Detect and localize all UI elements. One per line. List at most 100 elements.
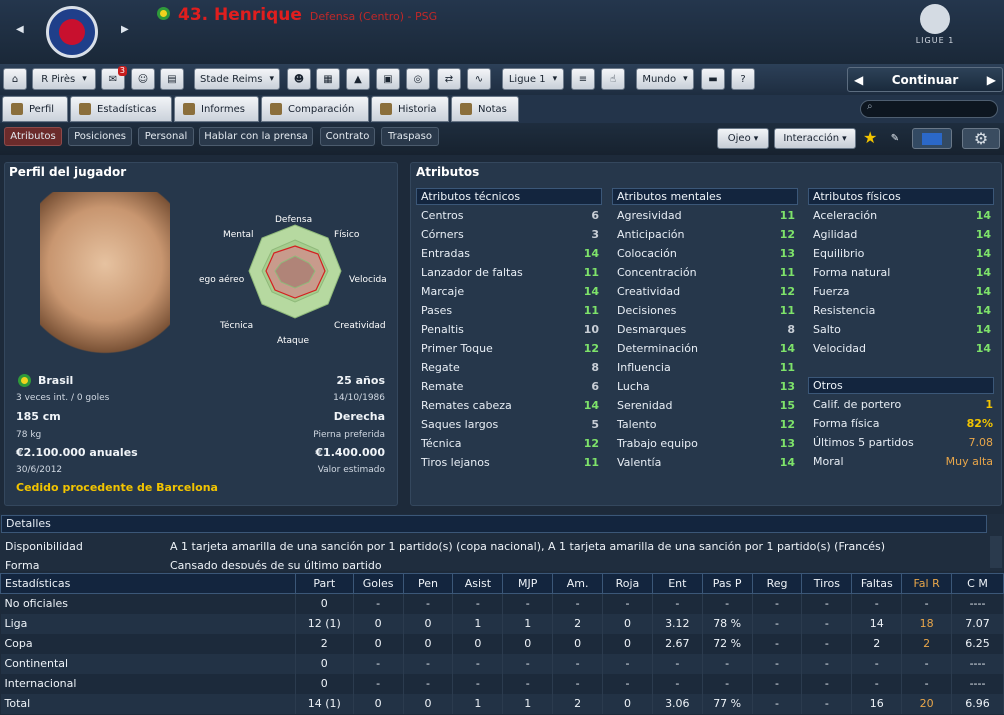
scouting-icon[interactable]: ◎ [406,68,430,90]
world-dropdown[interactable]: Mundo [636,68,694,90]
stats-row[interactable]: Liga 12 (1) 0 0 1 1 2 0 3.12 78 % - -14 18 7.07 [0,613,1004,634]
stats-cell: 0 [295,653,354,674]
attributes-title: Atributos [416,165,480,179]
home-icon[interactable]: ⌂ [3,68,27,90]
stats-column-header[interactable]: Roja [602,573,653,594]
help-button[interactable]: ? [731,68,755,90]
stats-cell: - [452,593,504,614]
team-dropdown[interactable]: Stade Reims [194,68,280,90]
attribute-name: Decisiones [617,304,677,317]
subtab-atributos[interactable]: Atributos [4,127,62,146]
stats-row[interactable]: Total 14 (1) 0 0 1 1 2 0 3.06 77 % - -16 20 6.96 [0,693,1004,714]
stats-column-header[interactable]: Pen [402,573,454,594]
subtab-contrato[interactable]: Contrato [320,127,375,146]
stats-column-header[interactable]: Pas P [701,573,753,594]
tab-informes[interactable]: Informes [174,96,259,122]
radar-label-mental: Mental [223,230,254,240]
nationality: Brasil [38,374,74,387]
stats-row[interactable]: Internacional 0- - - - - - - - - - - - ---- [0,673,1004,694]
stats-column-header[interactable]: Asist [452,573,504,594]
attribute-row: Centros 6 [421,206,599,225]
stats-cell: - [752,593,803,614]
stats-cell: Copa [0,633,296,654]
hand-icon[interactable]: ☝ [601,68,625,90]
stats-column-header[interactable]: Faltas [851,573,903,594]
stats-column-header[interactable]: C M [951,573,1004,594]
stats-row[interactable]: Copa 2 0 0 0 0 0 0 2.67 72 % - -2 2 6.25 [0,633,1004,654]
continue-button[interactable]: ◀ Continuar ▶ [847,67,1003,92]
stats-column-header[interactable]: Goles [352,573,404,594]
attribute-row: Determinación 14 [617,339,795,358]
subtab-traspaso[interactable]: Traspaso [381,127,439,146]
tab-notas[interactable]: Notas [451,96,519,122]
transfers-icon[interactable]: ⇄ [437,68,461,90]
profile-title: Perfil del jugador [9,165,127,179]
stats-column-header[interactable]: Ent [651,573,703,594]
stats-cell: - [702,593,753,614]
stats-cell: - [552,653,604,674]
people-icon[interactable]: ☺ [131,68,155,90]
attribute-value: 12 [583,342,599,355]
stats-cell: Internacional [0,673,296,694]
competition-dropdown[interactable]: Ligue 1 [502,68,564,90]
tab-comparacion[interactable]: Comparación [261,96,369,122]
attribute-value: 14 [975,247,991,260]
attribute-name: Pases [421,304,453,317]
clipboard-icon[interactable]: ▤ [160,68,184,90]
interaction-dropdown[interactable]: Interacción [774,128,856,149]
attribute-name: Trabajo equipo [617,437,698,450]
stats-cell: - [602,593,653,614]
stats-row[interactable]: No oficiales 0- - - - - - - - - - - - ---- [0,593,1004,614]
squad-icon[interactable]: ☻ [287,68,311,90]
tab-historia[interactable]: Historia [371,96,449,122]
stats-column-header[interactable]: Part [294,573,354,594]
tab-estadisticas[interactable]: Estadísticas [70,96,172,122]
stats-column-header[interactable]: Am. [552,573,604,594]
tactics-icon[interactable]: ▦ [316,68,340,90]
attribute-value: 14 [975,228,991,241]
stats-column-header[interactable]: Estadísticas [0,573,296,594]
stats-column-header[interactable]: Reg [751,573,803,594]
attribute-value: 6 [591,209,599,222]
stats-cell: Continental [0,653,296,674]
stats-cell: - [851,673,903,694]
schedule-icon[interactable]: ▣ [376,68,400,90]
gear-icon[interactable]: ⚙ [962,128,1000,149]
podium-icon[interactable]: ▬ [701,68,725,90]
stats-column-header[interactable]: Tiros [801,573,853,594]
training-icon[interactable]: ▲ [346,68,370,90]
star-icon[interactable]: ★ [863,128,877,147]
finances-icon[interactable]: ∿ [467,68,491,90]
stats-cell: - [552,593,604,614]
subtab-posiciones[interactable]: Posiciones [68,127,132,146]
scouting-dropdown[interactable]: Ojeo [717,128,769,149]
back-arrow-icon[interactable]: ◀ [854,73,863,87]
details-scrollbar[interactable] [990,536,1002,568]
note-icon[interactable]: ✎ [886,128,904,149]
subtab-prensa[interactable]: Hablar con la prensa [199,127,313,146]
attribute-name: Regate [421,361,460,374]
subtab-personal[interactable]: Personal [138,127,194,146]
stats-cell: 14 [851,613,903,634]
forward-arrow-icon[interactable]: ▶ [987,73,996,87]
next-player-icon[interactable]: ▶ [121,24,129,35]
inbox-icon[interactable]: ✉ 3 [101,66,127,90]
stats-cell: 2.67 [652,633,703,654]
tab-perfil[interactable]: Perfil [2,96,68,122]
prev-player-icon[interactable]: ◀ [16,24,24,35]
list-icon[interactable]: ≡ [571,68,595,90]
stats-row[interactable]: Continental 0- - - - - - - - - - - - ---- [0,653,1004,674]
screen-icon[interactable] [912,128,952,149]
stats-column-header[interactable]: Fal R [901,573,953,594]
attribute-row: Resistencia 14 [813,301,991,320]
attribute-name: Serenidad [617,399,673,412]
stats-cell: - [801,693,853,714]
club-crest [46,6,98,58]
stats-cell: - [652,593,703,614]
attribute-row: Agresividad 11 [617,206,795,225]
manager-dropdown[interactable]: R Pirès [32,68,96,90]
stats-column-header[interactable]: MJP [502,573,554,594]
header-bar: ◀ ▶ 43. Henrique Defensa (Centro) - PSG … [0,0,1004,64]
attribute-row: Trabajo equipo 13 [617,434,795,453]
search-input[interactable]: ⌕ [860,100,998,118]
